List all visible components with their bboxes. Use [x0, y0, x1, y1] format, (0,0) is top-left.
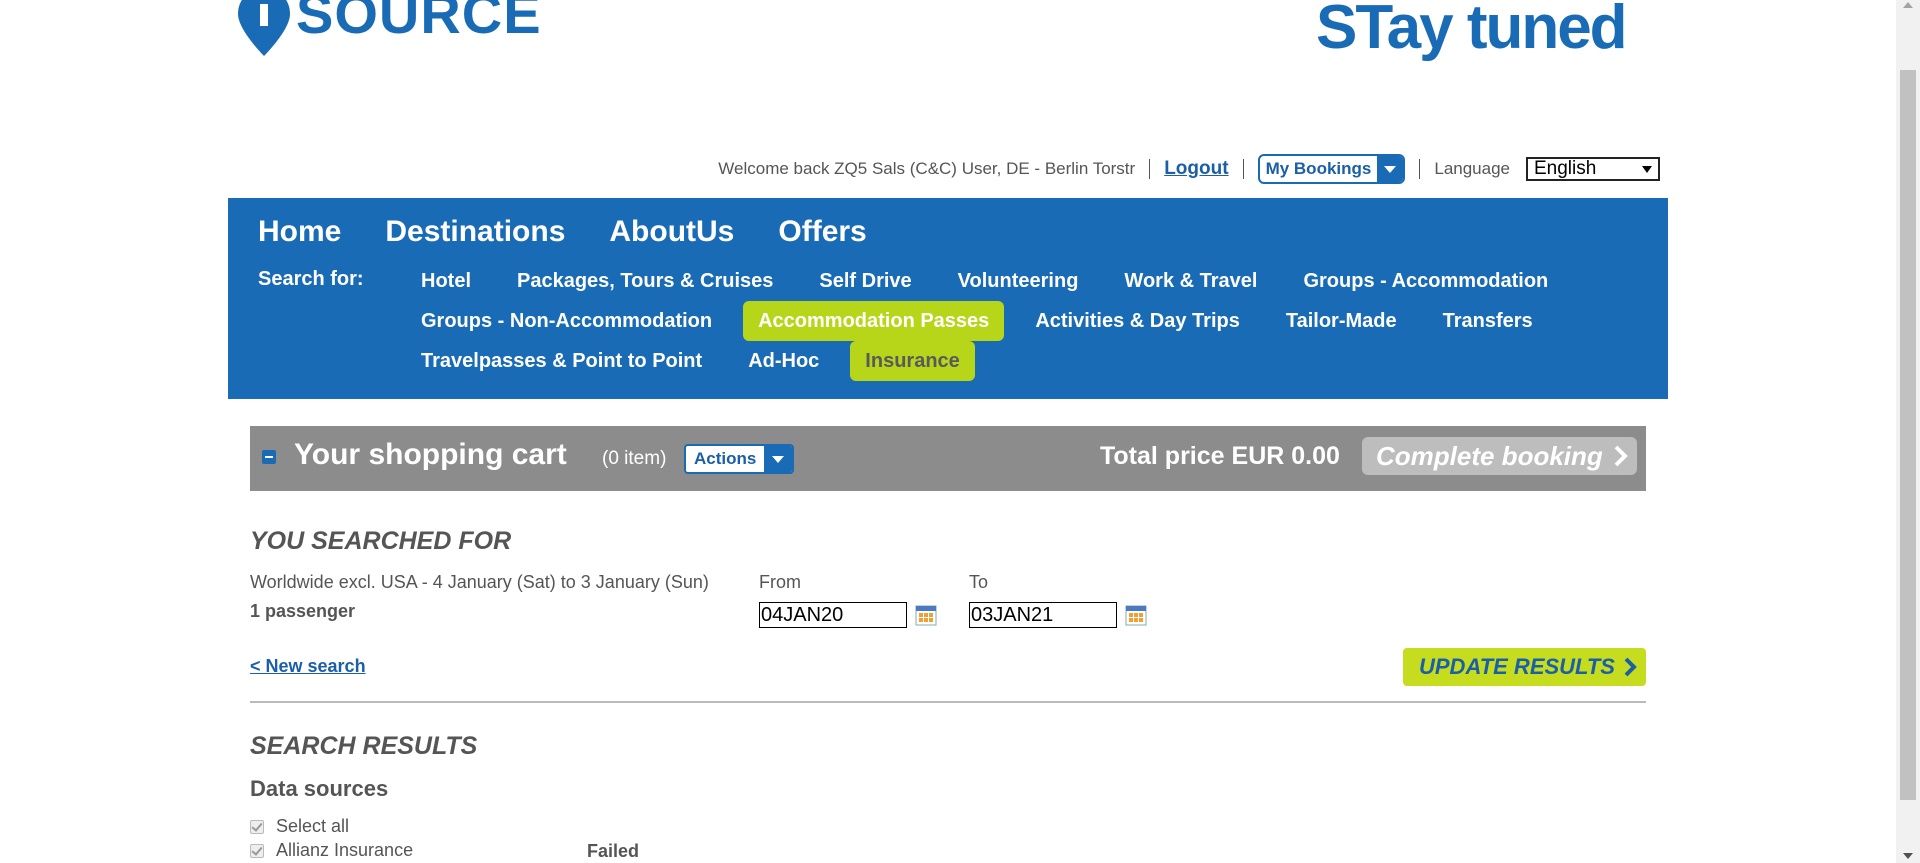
search-type-row-2: Groups - Non-Accommodation Accommodation… — [406, 301, 1548, 341]
actions-label: Actions — [694, 449, 757, 468]
isource-logo[interactable]: SOURCE — [234, 0, 542, 58]
dropdown-arrow-icon — [1642, 165, 1652, 173]
data-source-row[interactable]: Allianz Insurance — [250, 840, 413, 861]
search-type-self-drive[interactable]: Self Drive — [804, 261, 926, 301]
search-type-ad-hoc[interactable]: Ad-Hoc — [733, 341, 834, 381]
search-type-transfers[interactable]: Transfers — [1428, 301, 1548, 341]
total-price-value: EUR 0.00 — [1231, 442, 1340, 470]
scroll-down-arrow-icon[interactable] — [1903, 853, 1913, 859]
section-divider — [250, 701, 1646, 703]
search-type-groups-non-accommodation[interactable]: Groups - Non-Accommodation — [406, 301, 727, 341]
to-date-input[interactable]: 03JAN21 — [969, 602, 1117, 628]
search-type-activities[interactable]: Activities & Day Trips — [1020, 301, 1255, 341]
data-sources-heading: Data sources — [250, 776, 389, 801]
cart-actions-dropdown[interactable]: Actions — [684, 444, 795, 474]
search-for-label: Search for: — [258, 268, 364, 290]
primary-nav: Home Destinations AboutUs Offers — [258, 204, 867, 260]
search-type-groups-accommodation[interactable]: Groups - Accommodation — [1288, 261, 1563, 301]
chevron-down-icon — [764, 446, 793, 472]
language-select[interactable]: English — [1526, 157, 1660, 181]
search-type-tailor-made[interactable]: Tailor-Made — [1271, 301, 1412, 341]
data-source-checkbox[interactable] — [250, 843, 264, 858]
chevron-right-icon — [1614, 445, 1628, 467]
search-type-row-1: Hotel Packages, Tours & Cruises Self Dri… — [406, 261, 1563, 301]
collapse-icon[interactable] — [262, 450, 276, 464]
chevron-right-icon — [1624, 657, 1637, 677]
calendar-icon[interactable] — [1125, 604, 1147, 626]
cart-title: Your shopping cart — [294, 438, 567, 471]
nav-offers[interactable]: Offers — [778, 204, 866, 260]
search-type-accommodation-passes[interactable]: Accommodation Passes — [743, 301, 1005, 341]
search-type-hotel[interactable]: Hotel — [406, 261, 486, 301]
data-source-name: Allianz Insurance — [276, 840, 414, 860]
update-results-label: UPDATE RESULTS — [1419, 654, 1615, 679]
from-date-input[interactable]: 04JAN20 — [759, 602, 907, 628]
search-summary: Worldwide excl. USA - 4 January (Sat) to… — [250, 572, 709, 592]
cart-item-count: (0 item) — [602, 448, 667, 469]
separator — [1419, 159, 1421, 179]
logout-link[interactable]: Logout — [1164, 158, 1228, 180]
select-all-label: Select all — [276, 816, 350, 836]
vertical-scrollbar[interactable] — [1896, 0, 1920, 863]
update-results-button[interactable]: UPDATE RESULTS — [1403, 648, 1646, 686]
language-label: Language — [1434, 159, 1510, 178]
nav-destinations[interactable]: Destinations — [385, 204, 565, 260]
select-all-row[interactable]: Select all — [250, 816, 349, 837]
search-type-travelpasses[interactable]: Travelpasses & Point to Point — [406, 341, 717, 381]
total-price-label: Total price — [1100, 442, 1225, 470]
data-source-status: Failed — [587, 841, 640, 861]
location-pin-icon — [238, 0, 290, 56]
search-type-packages[interactable]: Packages, Tours & Cruises — [502, 261, 788, 301]
to-label: To — [969, 572, 989, 592]
welcome-text: Welcome back ZQ5 Sals (C&C) User, DE - B… — [718, 159, 1136, 178]
calendar-icon[interactable] — [915, 604, 937, 626]
main-navigation: Home Destinations AboutUs Offers Search … — [228, 198, 1668, 399]
search-results-heading: SEARCH RESULTS — [250, 732, 478, 760]
my-bookings-label: My Bookings — [1265, 159, 1372, 178]
search-type-volunteering[interactable]: Volunteering — [943, 261, 1094, 301]
searched-for-heading: YOU SEARCHED FOR — [250, 527, 512, 555]
scrollbar-thumb[interactable] — [1900, 70, 1916, 800]
total-price: Total price EUR 0.00 — [1100, 442, 1340, 471]
user-bar: Welcome back ZQ5 Sals (C&C) User, DE - B… — [718, 154, 1660, 184]
logo-text: SOURCE — [296, 0, 542, 45]
nav-home[interactable]: Home — [258, 204, 341, 260]
separator — [1242, 159, 1244, 179]
nav-aboutus[interactable]: AboutUs — [609, 204, 734, 260]
scroll-up-arrow-icon[interactable] — [1903, 2, 1913, 8]
from-label: From — [759, 572, 801, 592]
complete-booking-button[interactable]: Complete booking — [1362, 437, 1637, 475]
stay-tuned-logo: STay tuned — [1316, 0, 1628, 62]
separator — [1149, 159, 1151, 179]
my-bookings-dropdown[interactable]: My Bookings — [1257, 154, 1406, 184]
select-all-checkbox[interactable] — [250, 819, 264, 834]
search-type-insurance[interactable]: Insurance — [850, 341, 975, 381]
complete-booking-label: Complete booking — [1376, 440, 1603, 471]
passenger-count: 1 passenger — [250, 601, 356, 621]
chevron-down-icon — [1377, 156, 1404, 182]
language-value: English — [1534, 158, 1597, 179]
search-type-work-travel[interactable]: Work & Travel — [1109, 261, 1272, 301]
new-search-link[interactable]: < New search — [250, 656, 366, 677]
search-type-row-3: Travelpasses & Point to Point Ad-Hoc Ins… — [406, 341, 975, 381]
shopping-cart-bar: Your shopping cart (0 item) Actions Tota… — [250, 426, 1646, 491]
